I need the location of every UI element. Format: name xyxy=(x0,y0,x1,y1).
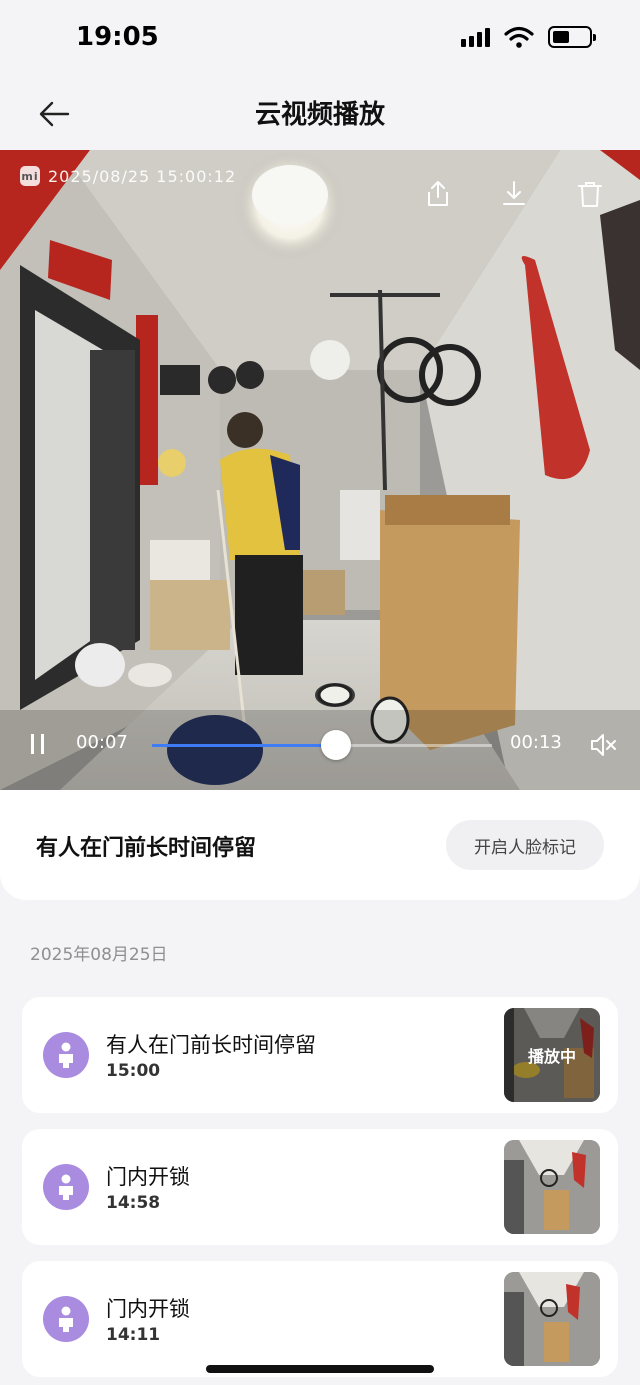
item-time: 15:00 xyxy=(106,1061,161,1081)
item-time: 14:58 xyxy=(106,1193,161,1213)
item-thumbnail: 播放中 xyxy=(504,1008,600,1102)
person-icon xyxy=(43,1164,89,1210)
playback-controls: 00:07 00:13 xyxy=(0,710,640,790)
person-icon xyxy=(43,1032,89,1078)
mi-logo: mi xyxy=(20,166,40,186)
timestamp-text: 2025/08/25 15:00:12 xyxy=(48,166,237,186)
signal-icon xyxy=(461,27,490,47)
item-title: 有人在门前长时间停留 xyxy=(106,1033,316,1057)
event-list: 有人在门前长时间停留 15:00 播放中 门内开锁 14:58 门内开锁 14:… xyxy=(22,997,618,1385)
item-title: 门内开锁 xyxy=(106,1297,190,1321)
video-frame xyxy=(0,150,640,790)
share-icon xyxy=(428,181,448,206)
video-actions xyxy=(424,180,604,208)
item-thumbnail xyxy=(504,1272,600,1366)
download-button[interactable] xyxy=(500,180,528,208)
event-card: 有人在门前长时间停留 开启人脸标记 xyxy=(0,790,640,900)
list-item[interactable]: 有人在门前长时间停留 15:00 播放中 xyxy=(22,997,618,1113)
item-thumbnail xyxy=(504,1140,600,1234)
list-item[interactable]: 门内开锁 14:58 xyxy=(22,1129,618,1245)
person-icon xyxy=(43,1296,89,1342)
download-icon xyxy=(503,181,525,205)
list-item[interactable]: 门内开锁 14:11 xyxy=(22,1261,618,1377)
header: 云视频播放 xyxy=(0,78,640,150)
total-time: 00:13 xyxy=(510,732,562,753)
mute-button[interactable] xyxy=(588,730,618,760)
item-title: 门内开锁 xyxy=(106,1165,190,1189)
video-timestamp: mi 2025/08/25 15:00:12 xyxy=(20,166,236,186)
progress-bar[interactable] xyxy=(152,730,492,760)
home-indicator xyxy=(206,1365,434,1373)
video-player[interactable]: mi 2025/08/25 15:00:12 00:07 00:13 xyxy=(0,150,640,790)
wifi-icon xyxy=(504,26,534,48)
delete-icon xyxy=(578,182,602,207)
playing-badge: 播放中 xyxy=(504,1008,600,1102)
current-time: 00:07 xyxy=(76,732,128,753)
battery-icon xyxy=(548,26,596,48)
progress-thumb[interactable] xyxy=(320,730,351,760)
status-icons xyxy=(461,26,596,48)
pause-button[interactable] xyxy=(28,732,48,756)
face-mark-button[interactable]: 开启人脸标记 xyxy=(446,820,604,870)
mute-icon xyxy=(591,734,616,756)
progress-played xyxy=(152,744,336,747)
status-time: 19:05 xyxy=(76,22,159,52)
pause-icon xyxy=(31,734,34,754)
event-title: 有人在门前长时间停留 xyxy=(36,836,257,861)
delete-button[interactable] xyxy=(576,180,604,208)
status-bar: 19:05 xyxy=(0,0,640,78)
page-title: 云视频播放 xyxy=(254,100,385,130)
date-label: 2025年08月25日 xyxy=(30,945,168,965)
item-time: 14:11 xyxy=(106,1325,161,1345)
share-button[interactable] xyxy=(424,180,452,208)
